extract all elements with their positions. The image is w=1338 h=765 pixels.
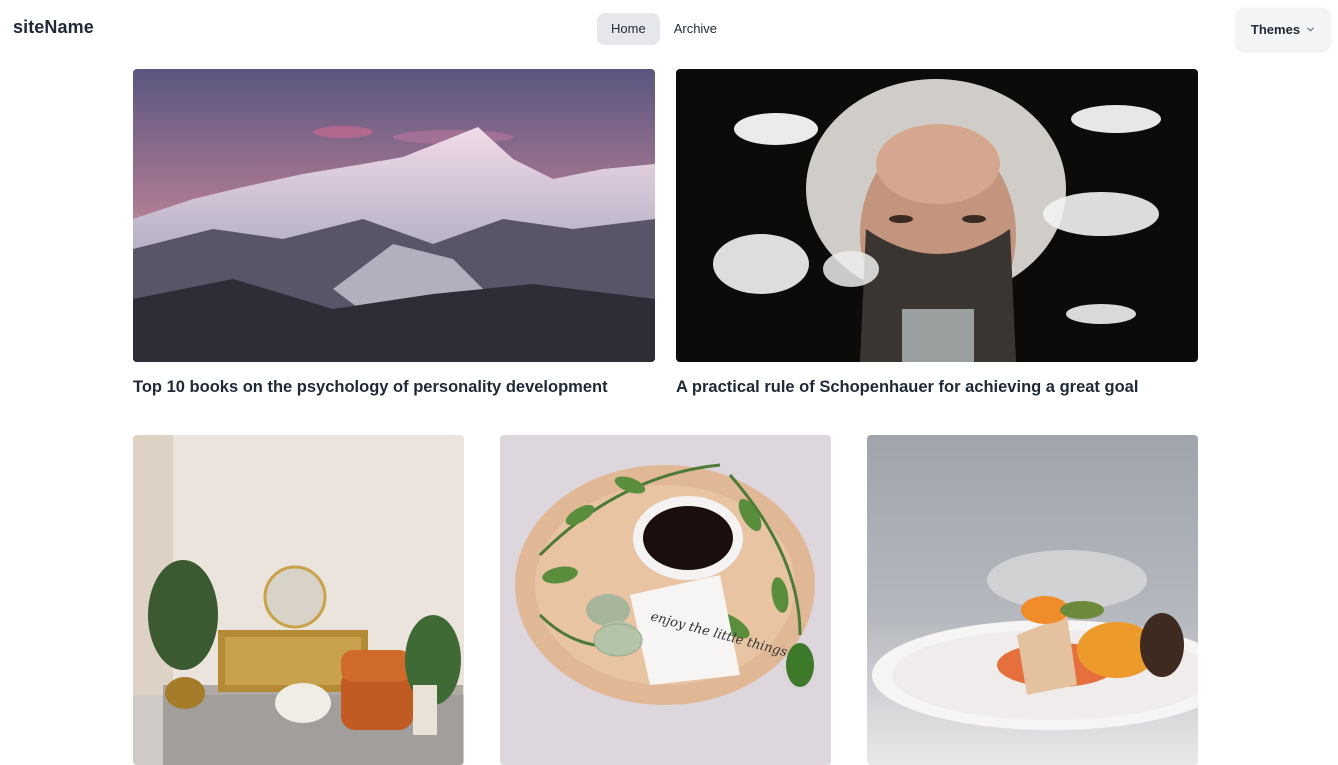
nav-home[interactable]: Home bbox=[597, 13, 660, 45]
themes-dropdown-button[interactable]: Themes bbox=[1236, 8, 1330, 50]
post-image-coffee[interactable]: enjoy the little things bbox=[500, 435, 831, 765]
themes-label: Themes bbox=[1250, 21, 1301, 37]
site-header: siteName Home Archive Themes bbox=[0, 0, 1338, 58]
post-card[interactable] bbox=[867, 435, 1198, 765]
post-title[interactable]: Top 10 books on the psychology of person… bbox=[133, 378, 608, 397]
post-card[interactable]: Top 10 books on the psychology of person… bbox=[133, 69, 655, 409]
post-card[interactable]: enjoy the little things bbox=[500, 435, 831, 765]
post-card[interactable]: A practical rule of Schopenhauer for ach… bbox=[676, 69, 1198, 409]
chevron-down-icon bbox=[1307, 27, 1314, 31]
nav-archive[interactable]: Archive bbox=[660, 13, 731, 45]
site-name-link[interactable]: siteName bbox=[13, 17, 94, 38]
post-title[interactable]: A practical rule of Schopenhauer for ach… bbox=[676, 378, 1138, 397]
post-image-portrait[interactable] bbox=[676, 69, 1198, 362]
post-image-food[interactable] bbox=[867, 435, 1198, 765]
post-card[interactable] bbox=[133, 435, 464, 765]
main-nav: Home Archive bbox=[597, 13, 731, 45]
post-image-living-room[interactable] bbox=[133, 435, 464, 765]
post-image-mountains[interactable] bbox=[133, 69, 655, 362]
